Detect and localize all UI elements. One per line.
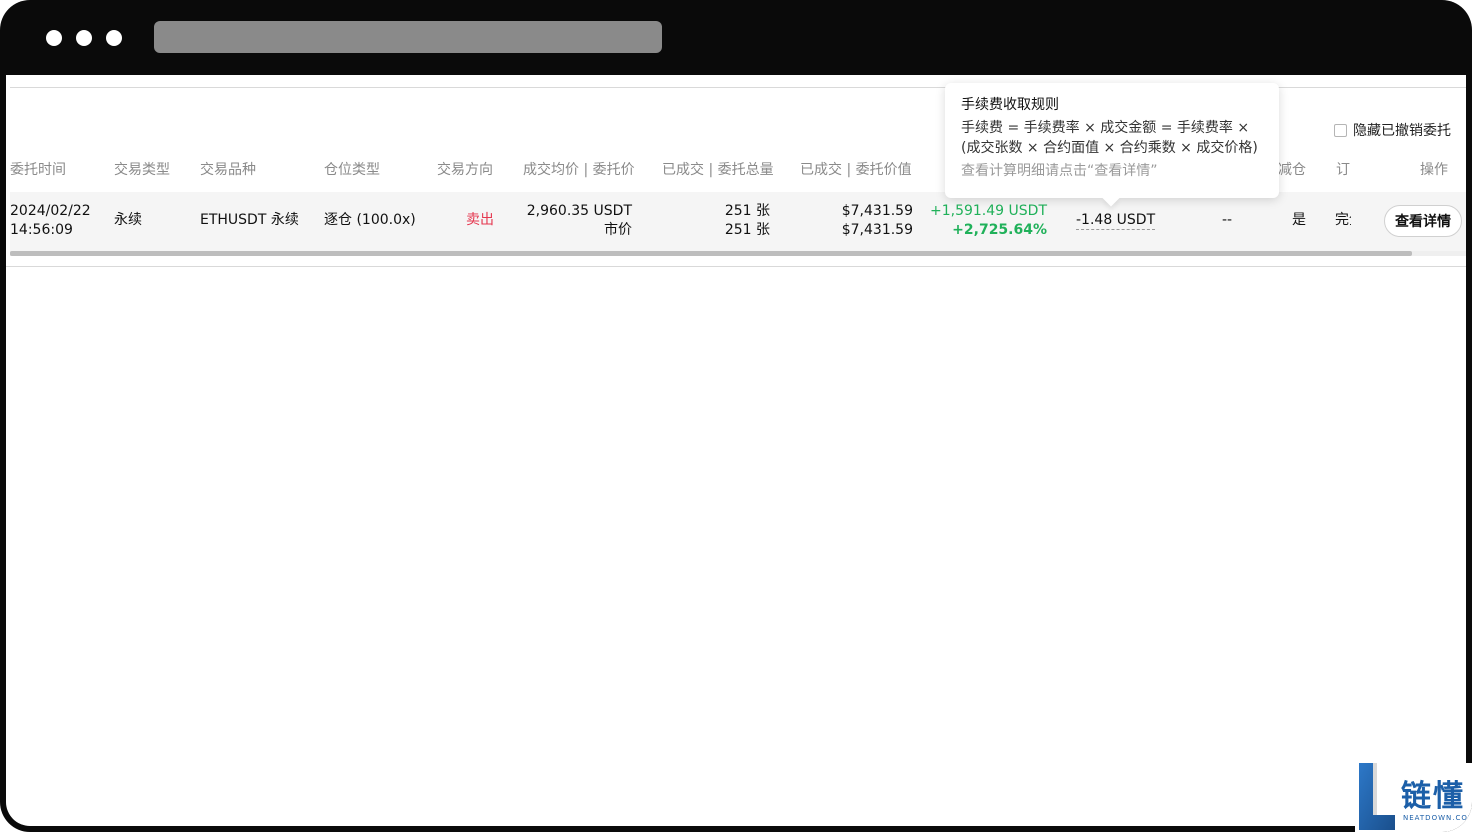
cell-order-price: 市价 [604, 222, 632, 238]
cell-dash: -- [1222, 212, 1233, 228]
watermark-subtext: NEATDOWN.COM [1403, 814, 1472, 822]
browser-window: 隐藏已撤销委托 委托时间 交易类型 交易品种 仓位类型 交易方向 成交均价 | … [0, 0, 1472, 832]
cell-trade-type: 永续 [114, 212, 142, 228]
header-direction: 交易方向 [437, 162, 493, 178]
cell-time: 14:56:09 [10, 222, 73, 238]
tooltip-title: 手续费收取规则 [961, 97, 1059, 113]
header-avg-price: 成交均价 | 委托价 [523, 162, 635, 178]
cell-order-value: $7,431.59 [841, 222, 913, 238]
watermark-logo: 链懂 NEATDOWN.COM [1355, 763, 1472, 832]
cell-margin-type: 逐仓 (100.0x) [324, 212, 416, 228]
header-action: 操作 [1420, 162, 1448, 178]
cell-direction: 卖出 [466, 212, 494, 228]
cell-status: 完全 [1335, 212, 1351, 228]
window-close-dot[interactable] [46, 30, 62, 46]
window-zoom-dot[interactable] [106, 30, 122, 46]
cell-total-qty: 251 张 [724, 222, 770, 238]
header-order: 订单 [1336, 162, 1350, 178]
page-viewport: 隐藏已撤销委托 委托时间 交易类型 交易品种 仓位类型 交易方向 成交均价 | … [6, 75, 1466, 826]
logo-l-icon [1359, 763, 1395, 830]
hide-cancelled-checkbox[interactable] [1334, 123, 1347, 137]
tooltip-hint: 查看计算明细请点击“查看详情” [961, 163, 1158, 179]
view-detail-button[interactable]: 查看详情 [1384, 205, 1462, 237]
cell-pnl-pct: +2,725.64% [952, 222, 1047, 238]
cell-filled-value: $7,431.59 [841, 203, 913, 219]
header-trade-type: 交易类型 [114, 162, 170, 178]
header-reduce: 减仓 [1278, 162, 1306, 178]
window-minimize-dot[interactable] [76, 30, 92, 46]
hide-cancelled-label: 隐藏已撤销委托 [1353, 123, 1451, 139]
watermark-text: 链懂 [1401, 779, 1465, 814]
browser-titlebar [0, 0, 1472, 75]
cell-fee[interactable]: -1.48 USDT [1076, 211, 1156, 230]
header-time: 委托时间 [10, 162, 66, 178]
tooltip-body: 手续费 = 手续费率 × 成交金额 = 手续费率 × (成交张数 × 合约面值 … [961, 120, 1258, 156]
hide-cancelled-toggle[interactable]: 隐藏已撤销委托 [1334, 121, 1451, 139]
cell-filled-qty: 251 张 [724, 203, 770, 219]
fee-rule-tooltip: 手续费收取规则 手续费 = 手续费率 × 成交金额 = 手续费率 × (成交张数… [945, 83, 1279, 207]
fee-value[interactable]: -1.48 USDT [1076, 212, 1156, 230]
divider [6, 266, 1466, 267]
cell-avg-price: 2,960.35 USDT [526, 203, 632, 219]
cell-date: 2024/02/22 [10, 203, 91, 219]
header-filled-value: 已成交 | 委托价值 [800, 162, 912, 178]
address-bar[interactable] [154, 21, 662, 53]
cell-pnl: +1,591.49 USDT [930, 203, 1047, 219]
header-margin-type: 仓位类型 [324, 162, 380, 178]
header-symbol: 交易品种 [200, 162, 256, 178]
horizontal-scrollbar-thumb[interactable] [10, 251, 1412, 256]
cell-symbol: ETHUSDT 永续 [200, 212, 299, 228]
header-filled-qty: 已成交 | 委托总量 [662, 162, 774, 178]
cell-reduce: 是 [1292, 212, 1306, 228]
